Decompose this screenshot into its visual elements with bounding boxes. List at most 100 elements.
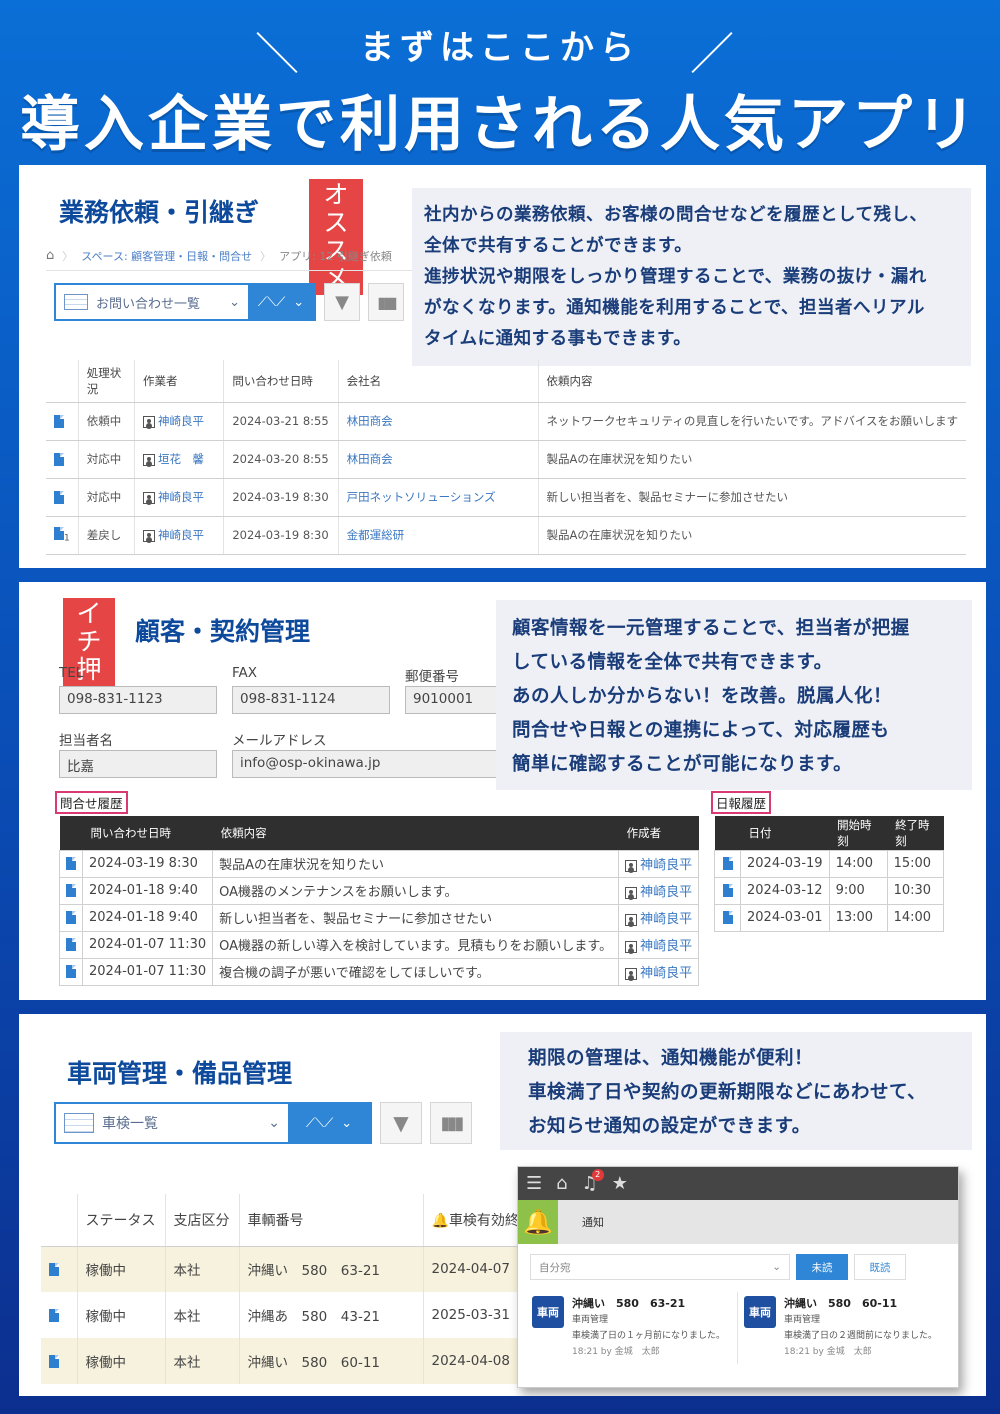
col-author[interactable]: 作成者: [618, 816, 699, 850]
record-detail-icon[interactable]: [722, 857, 733, 870]
vehicle-app-icon: 車両: [744, 1296, 776, 1328]
record-detail-icon[interactable]: [54, 415, 64, 428]
cell-author[interactable]: 神崎良平: [640, 885, 692, 900]
notification-app: 車両管理: [784, 1315, 821, 1325]
record-detail-icon[interactable]: [722, 884, 733, 897]
cell-author[interactable]: 神崎良平: [640, 858, 692, 873]
cell-author[interactable]: 神崎良平: [640, 939, 692, 954]
table-row[interactable]: 2024-01-18 9:40 OA機器のメンテナンスをお願いします。 神崎良平: [59, 876, 700, 905]
record-detail-icon[interactable]: [66, 938, 76, 951]
vehicle-app-icon: 車両: [532, 1296, 564, 1328]
col-plate[interactable]: 車輌番号: [239, 1194, 424, 1247]
table-header: 処理状況 作業者 問い合わせ日時 会社名 依頼内容: [46, 360, 966, 403]
table-row[interactable]: 2024-01-07 11:30 OA機器の新しい導入を検討しています。見積もり…: [59, 930, 700, 959]
col-end[interactable]: 終了時刻: [887, 816, 944, 850]
bell-icon[interactable]: ♫ 2: [582, 1169, 604, 1194]
col-worker[interactable]: 作業者: [134, 360, 225, 403]
cell-worker[interactable]: 神崎良平: [158, 414, 204, 428]
graph-view-button[interactable]: ⟋⟍⟋ ⌄: [288, 1104, 370, 1142]
col-status[interactable]: 処理状況: [78, 360, 136, 403]
record-detail-icon[interactable]: [722, 911, 733, 924]
record-detail-icon[interactable]: [49, 1308, 59, 1322]
col-content[interactable]: 依頼内容: [212, 816, 619, 850]
col-start[interactable]: 開始時刻: [829, 816, 888, 850]
breadcrumb-space[interactable]: スペース: 顧客管理・日報・問合せ: [81, 248, 252, 264]
cell-worker[interactable]: 垣花 馨: [158, 452, 204, 466]
cell-start: 9:00: [828, 876, 888, 905]
user-icon: [625, 940, 638, 953]
bar-chart-icon: ▮▮▮: [377, 292, 397, 312]
cell-content: 新しい担当者を、製品セミナーに参加させたい: [538, 478, 966, 517]
view-select[interactable]: お問い合わせ一覧 ⌄: [56, 285, 248, 319]
table-row[interactable]: 2024-03-19 8:30 製品Aの在庫状況を知りたい 神崎良平: [59, 849, 700, 878]
record-detail-icon[interactable]: [66, 911, 76, 924]
cell-company[interactable]: 戸田ネットソリューションズ: [338, 478, 539, 517]
table-row[interactable]: 2024-03-01 13:00 14:00: [714, 903, 945, 932]
filter-button[interactable]: ▼: [324, 283, 360, 321]
cell-company[interactable]: 金都運総研: [338, 516, 539, 555]
record-detail-icon[interactable]: [54, 453, 64, 466]
fax-field[interactable]: 098-831-1124: [232, 686, 390, 714]
col-content[interactable]: 依頼内容: [538, 360, 966, 403]
view-toolbar: お問い合わせ一覧 ⌄ ⟋⟍⟋ ⌄ ▼ ▮▮▮: [54, 283, 404, 321]
graph-view-button[interactable]: ⟋⟍⟋ ⌄: [248, 285, 314, 319]
description-line: している情報を全体で共有できます。: [512, 652, 833, 673]
view-name: 車検一覧: [102, 1116, 158, 1132]
col-date[interactable]: 問い合わせ日時: [82, 816, 213, 850]
col-company[interactable]: 会社名: [338, 360, 539, 403]
col-branch[interactable]: 支店区分: [165, 1194, 240, 1247]
record-detail-icon[interactable]: [49, 1262, 59, 1276]
mail-field[interactable]: info@osp-okinawa.jp: [232, 750, 504, 778]
filter-button[interactable]: ▼: [380, 1102, 422, 1144]
description-line: 全体で共有することができます。: [424, 236, 693, 256]
cell-branch: 本社: [165, 1246, 240, 1292]
table-row[interactable]: 2024-01-07 11:30 複合機の調子が悪いで確認をしてほしいです。 神…: [59, 957, 700, 986]
cell-company[interactable]: 林田商会: [338, 402, 539, 441]
cell-date: 2024-03-19: [740, 849, 830, 878]
cell-company[interactable]: 林田商会: [338, 440, 539, 479]
unread-button[interactable]: 未読: [796, 1254, 848, 1280]
table-row[interactable]: 2024-01-18 9:40 新しい担当者を、製品セミナーに参加させたい 神崎…: [59, 903, 700, 932]
notification-item[interactable]: 車両 沖縄い 580 60-11 車両管理 車検満了日の２週間前になりました。 …: [738, 1292, 950, 1364]
menu-icon[interactable]: ☰: [526, 1173, 542, 1194]
read-button[interactable]: 既読: [854, 1254, 906, 1280]
user-icon: [143, 529, 156, 542]
star-icon[interactable]: ★: [612, 1173, 628, 1194]
table-row[interactable]: 依頼中 神崎良平 2024-03-21 8:55 林田商会 ネットワークセキュリ…: [46, 402, 966, 441]
table-row[interactable]: 対応中 神崎良平 2024-03-19 8:30 戸田ネットソリューションズ 新…: [46, 478, 966, 517]
tel-field[interactable]: 098-831-1123: [59, 686, 217, 714]
record-detail-icon[interactable]: [54, 527, 64, 541]
record-detail-icon[interactable]: [54, 491, 64, 504]
table-row[interactable]: 1 差戻し 神崎良平 2024-03-19 8:30 金都運総研 製品Aの在庫状…: [46, 516, 966, 555]
home-icon[interactable]: ⌂: [46, 248, 54, 263]
zip-field[interactable]: 9010001: [405, 686, 505, 714]
record-detail-icon[interactable]: [66, 965, 76, 978]
table-row[interactable]: 対応中 垣花 馨 2024-03-20 8:55 林田商会 製品Aの在庫状況を知…: [46, 440, 966, 479]
aggregate-button[interactable]: ▮▮▮: [368, 283, 404, 321]
notification-header: 🔔 通知: [518, 1200, 958, 1244]
cell-date: 2024-03-20 8:55: [223, 440, 339, 479]
table-row[interactable]: 2024-03-19 14:00 15:00: [714, 849, 945, 878]
notification-item[interactable]: 車両 沖縄い 580 63-21 車両管理 車検満了日の１ヶ月前になりました。 …: [526, 1292, 738, 1364]
cell-author[interactable]: 神崎良平: [640, 966, 692, 981]
record-detail-icon[interactable]: [66, 857, 76, 870]
bar-chart-icon: ▮▮▮: [440, 1112, 465, 1134]
cell-author[interactable]: 神崎良平: [640, 912, 692, 927]
record-detail-icon[interactable]: [66, 884, 76, 897]
aggregate-button[interactable]: ▮▮▮: [430, 1102, 472, 1144]
table-row[interactable]: 2024-03-12 9:00 10:30: [714, 876, 945, 905]
description-line: 簡単に確認することが可能になります。: [512, 754, 853, 775]
col-date[interactable]: 問い合わせ日時: [223, 360, 339, 403]
home-icon[interactable]: ⌂: [556, 1173, 567, 1194]
cell-worker[interactable]: 神崎良平: [158, 528, 204, 542]
cell-worker[interactable]: 神崎良平: [158, 490, 204, 504]
col-date[interactable]: 日付: [740, 816, 830, 850]
notification-filter: 自分宛 ⌄ 未読 既読: [518, 1244, 958, 1280]
recipient-select[interactable]: 自分宛 ⌄: [530, 1254, 790, 1280]
breadcrumb-app[interactable]: アプリ: 12 引継ぎ依頼: [279, 248, 392, 264]
record-detail-icon[interactable]: [49, 1354, 59, 1368]
col-status[interactable]: ステータス: [77, 1194, 166, 1247]
view-select[interactable]: 車検一覧 ⌄: [56, 1104, 288, 1142]
description-line: 問合せや日報との連携によって、対応履歴も: [512, 720, 890, 741]
person-field[interactable]: 比嘉: [59, 750, 217, 778]
